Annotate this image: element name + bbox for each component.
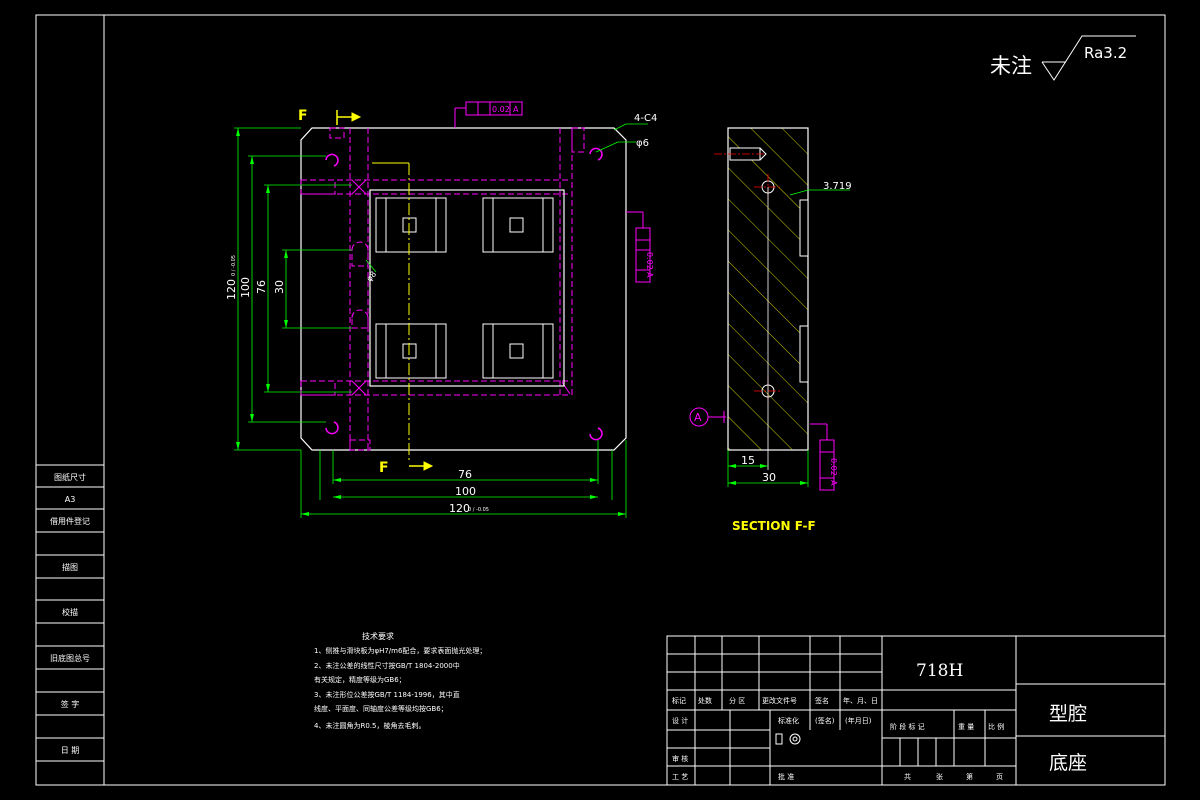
technical-notes: 技术要求 1、侧推与滑块板为φH7/m6配合，要求表面抛光处理； 2、未注公差的… [314,631,486,730]
lc-cell-4: 描图 [62,562,78,572]
label-title_block-design_row-1: 标准化 [778,716,799,725]
dimension-lines [234,123,648,518]
label-title_block-row_labels-4: 签名 [815,696,829,705]
label-title_block-sheet_row-0: 共 [904,772,911,781]
roughness-symbol: 未注 Ra3.2 [990,35,1136,81]
insert-bl [375,323,447,379]
label-title_block-check_row-0: 审 核 [672,754,688,763]
drawing-frame [35,14,1166,786]
label-title_block-design_row-6: 比 例 [988,722,1004,731]
flatness-right-value: 0.02 [645,252,654,270]
dim-v-120-tol: 0 / -0.05 [231,255,237,276]
dim-v-120: 120 [225,279,238,300]
parallelism-value: 0.02 [829,458,838,476]
label-title_block-sheet_row-1: 张 [936,772,943,781]
dim-h-100: 100 [455,485,476,498]
projection-symbol [775,733,801,745]
flatness-frame-top [454,101,523,128]
flatness-top-value: 0.02 [492,105,510,114]
section-arrows [337,112,434,471]
dim-h-76: 76 [458,468,472,481]
note-line-6: 4、未注圆角为R0.5，棱角去毛刺。 [314,721,425,730]
section-marker-bottom: F [379,460,389,476]
material-text: 718H [916,661,963,681]
roughness-value: Ra3.2 [1084,44,1127,62]
flatness-right-datum: A [645,272,654,278]
label-title_block-sheet_row-2: 第 [966,772,973,781]
label-title_block-design_row-3: (年月日) [845,716,872,725]
label-title_block-design_row-5: 重 量 [958,723,974,731]
label-title_block-design_row-2: (签名) [815,716,835,725]
cad-drawing: 未注 Ra3.2 F F 76 100 120 0 / -0.05 120 0 … [35,14,1166,786]
label-title_block-row_labels-1: 处数 [698,696,712,705]
lc-cell-12: 日 期 [61,746,80,755]
lc-cell-0: 图纸尺寸 [54,472,86,482]
note-line-5: 线度、平面度、同轴度公差等级均按GB6； [314,704,448,713]
section-title: SECTION F-F [732,519,816,533]
cavity-frame [369,189,565,387]
note-line-1: 1、侧推与滑块板为φH7/m6配合，要求表面抛光处理； [314,646,486,655]
chamfer-label: 4-C4 [634,113,657,124]
label-title_block-design_row-0: 设 计 [672,716,688,725]
datum-a-label: A [694,411,702,424]
label-title_block-process_row-1: 批 准 [778,772,794,781]
notes-title: 技术要求 [362,631,394,641]
dimension-arrows [236,128,626,516]
corner-holes [325,147,603,441]
label-title_block-row_labels-5: 年、月、日 [843,696,878,705]
dim-h-120-tol: 0 / -0.05 [468,507,489,513]
lc-cell-8: 旧底图总号 [50,653,90,663]
label-title_block-sheet_row-3: 页 [996,773,1003,781]
dim-v-30: 30 [273,280,286,294]
section-offset-label: 3.719 [823,181,852,192]
parallelism-datum: A [829,480,838,486]
dim-h-120: 120 [449,502,470,515]
flatness-top-datum: A [513,105,519,114]
note-line-3: 有关规定，精度等级为GB6； [314,675,406,684]
note-line-4: 3、未注形位公差按GB/T 1184-1996，其中直 [314,690,460,699]
section-dim-30: 30 [762,471,776,484]
section-dim-15: 15 [741,454,755,467]
insert-tr [482,197,554,253]
roughness-label: 未注 [990,54,1032,78]
title-block: 718H 型腔 底座 标记 处数 分 区 更改文件号 签名 年、月、日 设 计 … [666,635,1166,786]
label-title_block-row_labels-3: 更改文件号 [762,696,797,705]
left-column-table: 图纸尺寸 A3 借用件登记 描图 校描 旧底图总号 签 字 日 期 [36,464,104,762]
part-sub: 底座 [1049,752,1087,774]
lc-cell-2: 借用件登记 [50,516,90,526]
lc-cell-6: 校描 [62,607,78,617]
channel-crossings [351,179,571,396]
note-line-2: 2、未注公差的线性尺寸按GB/T 1804-2000中 [314,661,460,670]
label-title_block-row_labels-2: 分 区 [729,696,745,705]
lc-cell-1: A3 [65,495,76,504]
part-name: 型腔 [1049,703,1087,725]
insert-tl [375,197,447,253]
section-marker-top: F [298,108,308,124]
label-title_block-process_row-0: 工 艺 [672,773,688,781]
hole-label: φ6 [636,138,649,149]
cavity-inserts [375,197,554,379]
label-title_block-design_row-4: 阶 段 标 记 [890,722,925,731]
hidden-channels [300,127,585,451]
insert-br [482,323,554,379]
section-view: 15 30 3.719 A 0.02 A SECTION F-F [689,127,852,533]
top-view: F F 76 100 120 0 / -0.05 120 0 / -0.05 1… [225,101,657,518]
dim-v-76: 76 [255,280,268,294]
dim-v-100: 100 [239,277,252,298]
label-title_block-row_labels-0: 标记 [672,696,686,705]
lc-cell-10: 签 字 [61,699,80,709]
